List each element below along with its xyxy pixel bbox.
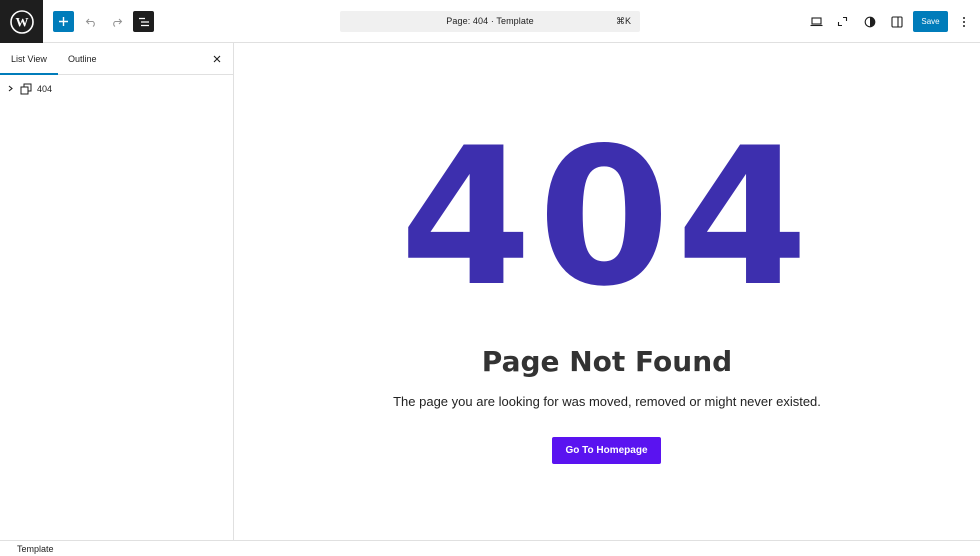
error-code-heading[interactable]: 404 — [234, 123, 980, 313]
half-circle-icon — [864, 16, 875, 27]
command-palette-bar[interactable]: Page: 404 · Template ⌘K — [340, 11, 640, 32]
error-message[interactable]: The page you are looking for was moved, … — [234, 394, 980, 409]
document-overview-panel: List View Outline 404 — [0, 43, 234, 540]
list-view-icon — [138, 17, 149, 26]
document-title: Page: 404 · Template — [446, 16, 534, 26]
active-tab-indicator — [0, 73, 58, 75]
save-button[interactable]: Save — [913, 11, 948, 32]
undo-icon — [85, 18, 95, 27]
list-view-item[interactable]: 404 — [0, 80, 233, 98]
go-home-button[interactable]: Go To Homepage — [552, 437, 661, 464]
chevron-right-icon — [8, 85, 13, 92]
block-breadcrumb-bar: Template — [0, 540, 980, 556]
sidebar-icon — [890, 15, 903, 28]
wordpress-logo-button[interactable]: W — [0, 0, 43, 43]
redo-button[interactable] — [106, 11, 127, 32]
breadcrumb-item[interactable]: Template — [17, 544, 54, 554]
close-panel-button[interactable] — [210, 52, 224, 66]
options-menu-button[interactable] — [953, 11, 974, 32]
add-block-button[interactable] — [53, 11, 74, 32]
desktop-icon — [810, 16, 823, 26]
styles-button[interactable] — [859, 11, 880, 32]
shortcut-hint: ⌘K — [615, 16, 631, 26]
list-item-label: 404 — [37, 84, 53, 94]
redo-icon — [112, 18, 122, 27]
tab-list-view[interactable]: List View — [11, 54, 47, 64]
editor-canvas[interactable]: 404 Page Not Found The page you are look… — [234, 43, 980, 540]
expand-icon — [837, 16, 848, 27]
undo-button[interactable] — [80, 11, 101, 32]
page-title[interactable]: Page Not Found — [234, 345, 980, 378]
svg-text:W: W — [15, 14, 28, 29]
wordpress-logo-icon: W — [9, 9, 34, 34]
expand-button[interactable] — [832, 11, 853, 32]
document-overview-button[interactable] — [133, 11, 154, 32]
close-icon — [213, 55, 221, 63]
tab-outline[interactable]: Outline — [68, 54, 97, 64]
template-part-icon — [20, 83, 32, 95]
settings-sidebar-button[interactable] — [886, 11, 907, 32]
editor-header: W Page: 404 · Template ⌘K Save — [0, 0, 980, 43]
panel-tabs: List View Outline — [0, 43, 233, 75]
expand-toggle[interactable] — [6, 84, 15, 93]
vertical-ellipsis-icon — [962, 16, 965, 27]
preview-device-button[interactable] — [806, 11, 827, 32]
plus-icon — [59, 17, 68, 26]
